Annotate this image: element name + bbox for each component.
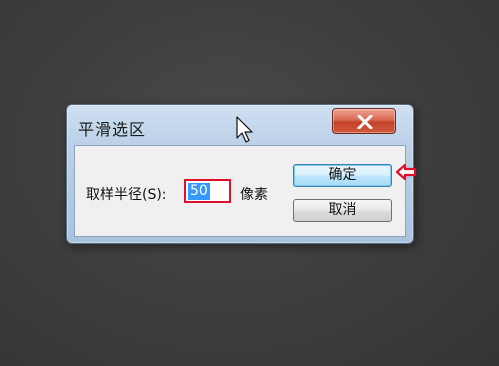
mouse-pointer-icon bbox=[236, 116, 253, 143]
unit-label: 像素 bbox=[240, 187, 268, 203]
cancel-button[interactable]: 取消 bbox=[293, 199, 392, 222]
ok-button[interactable]: 确定 bbox=[293, 164, 392, 187]
close-button[interactable] bbox=[332, 108, 396, 134]
red-arrow-left-icon bbox=[395, 163, 417, 181]
close-icon bbox=[357, 115, 373, 129]
dialog-title: 平滑选区 bbox=[78, 120, 147, 139]
dialog-body: 取样半径(S): 50 像素 确定 取消 bbox=[74, 145, 406, 237]
radius-input[interactable] bbox=[184, 179, 231, 203]
radius-label: 取样半径(S): bbox=[86, 187, 167, 203]
